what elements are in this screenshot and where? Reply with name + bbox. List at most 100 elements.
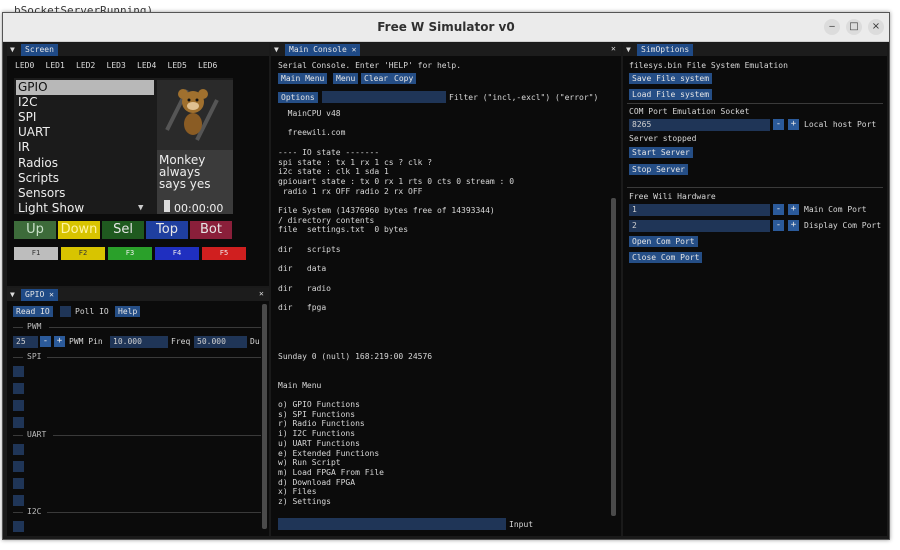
menu-item-uart[interactable]: UART <box>16 125 154 140</box>
console-line: dir radio <box>278 283 331 293</box>
freq-input[interactable]: 50.000 <box>194 336 247 348</box>
collapse-icon[interactable]: ▼ <box>626 45 631 55</box>
tab-main-console[interactable]: Main Console ✕ <box>285 44 361 56</box>
stop-server-button[interactable]: Stop Server <box>629 164 688 175</box>
gpio-toggle-checkbox[interactable] <box>13 444 24 455</box>
menu-item-spi[interactable]: SPI <box>16 110 154 125</box>
tab-screen[interactable]: Screen <box>21 44 58 56</box>
poll-io-label: Poll IO <box>75 307 109 316</box>
menu-item-sensors[interactable]: Sensors <box>16 186 154 201</box>
console-line: radio 1 rx OFF radio 2 rx OFF <box>278 186 423 196</box>
gpio-toggle-checkbox[interactable] <box>13 478 24 489</box>
help-button[interactable]: Help <box>115 306 141 317</box>
pwm-pin-input[interactable]: 10.000 <box>110 336 168 348</box>
server-status: Server stopped <box>629 134 697 143</box>
collapse-icon[interactable]: ▼ <box>10 290 15 300</box>
minimize-button[interactable]: ‒ <box>824 19 840 35</box>
monkey-icon <box>157 80 233 150</box>
pwm-minus-button[interactable]: - <box>40 336 51 347</box>
close-panel-icon[interactable]: ✕ <box>259 289 264 299</box>
duty-label: Du <box>250 337 260 346</box>
main-com-input[interactable]: 1 <box>629 204 770 216</box>
fkey-f5-button[interactable]: F5 <box>202 247 246 260</box>
console-line: z) Settings <box>278 497 331 506</box>
gpio-panel: ▼ GPIO ✕ ✕ Read IO Poll IO Help PWM 25 -… <box>7 288 269 536</box>
main-com-minus-button[interactable]: - <box>773 204 784 215</box>
gpio-toggle-checkbox[interactable] <box>13 366 24 377</box>
pwm-value-input[interactable]: 25 <box>13 336 38 348</box>
console-copy-button[interactable]: Copy <box>391 73 417 84</box>
port-plus-button[interactable]: + <box>788 119 799 130</box>
display-com-minus-button[interactable]: - <box>773 220 784 231</box>
menu-item-ir[interactable]: IR <box>16 140 154 155</box>
menu-item-i2c[interactable]: I2C <box>16 95 154 110</box>
console-menu-button[interactable]: Menu <box>333 73 359 84</box>
display-com-label: Display Com Port <box>804 221 882 230</box>
console-line: o) GPIO Functions <box>278 400 360 409</box>
console-line: spi state : tx 1 rx 1 cs ? clk ? <box>278 157 433 167</box>
collapse-icon[interactable]: ▼ <box>274 45 279 55</box>
maximize-button[interactable]: □ <box>846 19 862 35</box>
nav-down-button[interactable]: Down <box>58 221 100 239</box>
console-main-menu-button[interactable]: Main Menu <box>278 73 328 84</box>
nav-top-button[interactable]: Top <box>146 221 188 239</box>
poll-io-checkbox[interactable] <box>60 306 71 317</box>
display-com-plus-button[interactable]: + <box>788 220 799 231</box>
fkey-f1-button[interactable]: F1 <box>14 247 58 260</box>
tab-gpio-label: GPIO <box>25 290 45 299</box>
load-fs-button[interactable]: Load File system <box>629 89 713 100</box>
spi-section-label: SPI <box>27 352 42 361</box>
nav-sel-button[interactable]: Sel <box>102 221 144 239</box>
save-fs-button[interactable]: Save File system <box>629 73 713 84</box>
tab-gpio[interactable]: GPIO ✕ <box>21 289 58 301</box>
menu-item-scripts[interactable]: Scripts <box>16 171 154 186</box>
gpio-scrollbar[interactable] <box>262 304 267 529</box>
tab-simoptions[interactable]: SimOptions <box>637 44 694 56</box>
gpio-toggle-checkbox[interactable] <box>13 400 24 411</box>
close-panel-icon[interactable]: ✕ <box>611 44 616 54</box>
console-input[interactable] <box>278 518 506 530</box>
fkey-f2-button[interactable]: F2 <box>61 247 105 260</box>
fkey-f4-button[interactable]: F4 <box>155 247 199 260</box>
nav-bot-button[interactable]: Bot <box>190 221 232 239</box>
console-clear-button[interactable]: Clear <box>361 73 392 84</box>
options-button[interactable]: Options <box>278 92 318 103</box>
console-intro: Serial Console. Enter 'HELP' for help. <box>278 61 462 70</box>
nav-up-button[interactable]: Up <box>14 221 56 239</box>
display-com-input[interactable]: 2 <box>629 220 770 232</box>
gpio-toggle-checkbox[interactable] <box>13 495 24 506</box>
start-server-button[interactable]: Start Server <box>629 147 693 158</box>
fs-title: filesys.bin File System Emulation <box>629 61 788 70</box>
open-com-button[interactable]: Open Com Port <box>629 236 698 247</box>
com-title: COM Port Emulation Socket <box>629 107 750 116</box>
menu-item-light-show[interactable]: Light Show <box>16 201 154 216</box>
pwm-pin-label: PWM Pin <box>69 337 103 346</box>
menu-item-radios[interactable]: Radios <box>16 156 154 171</box>
console-scrollbar[interactable] <box>611 198 616 516</box>
fkey-f3-button[interactable]: F3 <box>108 247 152 260</box>
pwm-plus-button[interactable]: + <box>54 336 65 347</box>
port-minus-button[interactable]: - <box>773 119 784 130</box>
device-display: GPIO I2C SPI UART IR Radios Scripts Sensors Ligh… <box>14 78 233 216</box>
timer: 00:00:00 <box>174 202 224 215</box>
collapse-icon[interactable]: ▼ <box>10 45 15 55</box>
close-com-button[interactable]: Close Com Port <box>629 252 703 263</box>
read-io-button[interactable]: Read IO <box>13 306 53 317</box>
gpio-toggle-checkbox[interactable] <box>13 383 24 394</box>
console-line: gpiouart state : tx 0 rx 1 rts 0 cts 0 s… <box>278 176 515 186</box>
console-line: i) I2C Functions <box>278 429 356 439</box>
menu-item-gpio[interactable]: GPIO <box>16 80 154 95</box>
led-label: LED5 <box>167 61 187 70</box>
filter-input[interactable] <box>322 91 446 103</box>
main-com-label: Main Com Port <box>804 205 867 214</box>
port-input[interactable]: 8265 <box>629 119 770 131</box>
console-line: MainCPU v48 <box>278 109 341 118</box>
pwm-section-label: PWM <box>27 322 42 331</box>
scroll-down-icon[interactable]: ▼ <box>138 203 143 213</box>
gpio-toggle-checkbox[interactable] <box>13 461 24 472</box>
gpio-toggle-checkbox[interactable] <box>13 417 24 428</box>
main-com-plus-button[interactable]: + <box>788 204 799 215</box>
close-button[interactable]: × <box>868 19 884 35</box>
gpio-toggle-checkbox[interactable] <box>13 521 24 532</box>
title-bar[interactable]: Free W Simulator v0 ‒ □ × <box>3 13 889 42</box>
